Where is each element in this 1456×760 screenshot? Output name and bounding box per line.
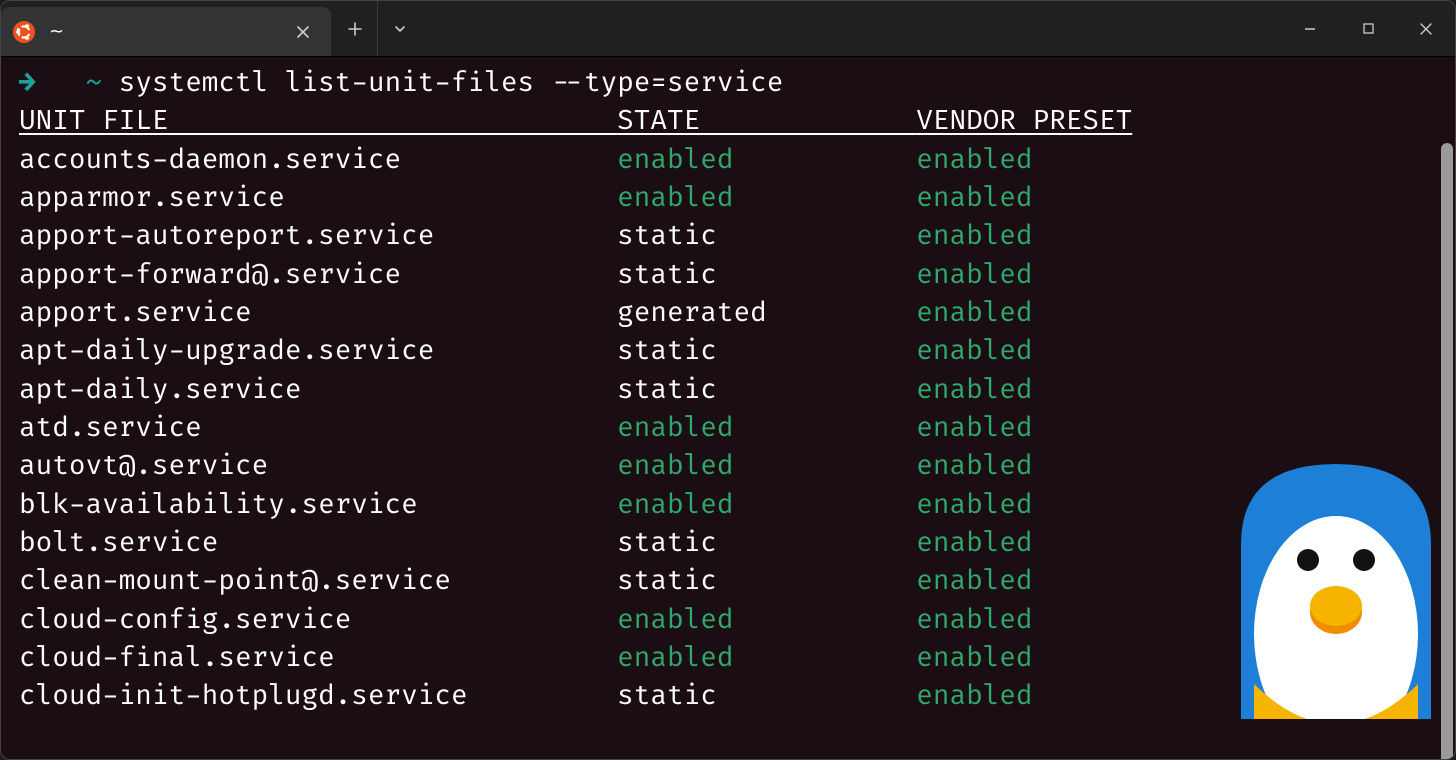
close-icon [1420,23,1432,35]
state-value: enabled [617,642,916,675]
tab-dropdown-button[interactable] [378,1,422,56]
col-header-preset: VENDOR PRESET [916,105,1132,138]
preset-value: enabled [916,642,1032,675]
unit-file: cloud-init-hotplugd.service [19,680,617,713]
close-icon [297,26,309,38]
preset-value: enabled [916,335,1032,368]
unit-file: cloud-config.service [19,604,617,637]
preset-value: enabled [916,259,1032,292]
terminal-window: ~ → ~ systemctl list-unit-fi [0,0,1456,760]
table-row: apparmor.service enabled enabled [19,180,1455,218]
table-row: atd.service enabled enabled [19,410,1455,448]
table-row: cloud-config.service enabled enabled [19,602,1455,640]
prompt-cwd: ~ [85,67,102,100]
state-value: enabled [617,604,916,637]
minimize-button[interactable] [1281,1,1339,56]
unit-file: autovt@.service [19,450,617,483]
table-row: bolt.service static enabled [19,525,1455,563]
state-value: enabled [617,144,916,177]
preset-value: enabled [916,412,1032,445]
unit-file: bolt.service [19,527,617,560]
unit-file: accounts-daemon.service [19,144,617,177]
table-row: clean-mount-point@.service static enable… [19,563,1455,601]
unit-file: apparmor.service [19,182,617,215]
state-value: static [617,527,916,560]
maximize-button[interactable] [1339,1,1397,56]
table-row: blk-availability.service enabled enabled [19,487,1455,525]
table-row: apt-daily-upgrade.service static enabled [19,333,1455,371]
window-controls [1281,1,1455,56]
new-tab-button[interactable] [333,1,378,56]
unit-file: apt-daily-upgrade.service [19,335,617,368]
penguin-badge-icon [1241,464,1431,719]
terminal-viewport[interactable]: → ~ systemctl list-unit-files --type=ser… [1,57,1455,759]
unit-file: apport.service [19,297,617,330]
preset-value: enabled [916,297,1032,330]
titlebar[interactable]: ~ [1,1,1455,57]
preset-value: enabled [916,144,1032,177]
window-close-button[interactable] [1397,1,1455,56]
preset-value: enabled [916,527,1032,560]
preset-value: enabled [916,680,1032,713]
unit-file: apport-forward@.service [19,259,617,292]
tab-close-button[interactable] [293,22,313,42]
preset-value: enabled [916,182,1032,215]
scrollbar-track[interactable] [1441,143,1453,760]
minimize-icon [1304,23,1316,35]
unit-file: apt-daily.service [19,374,617,407]
maximize-icon [1363,23,1374,34]
preset-value: enabled [916,450,1032,483]
unit-file: blk-availability.service [19,489,617,522]
tab-title: ~ [49,21,64,42]
unit-file: apport-autoreport.service [19,220,617,253]
preset-value: enabled [916,565,1032,598]
chevron-down-icon [394,23,406,35]
state-value: static [617,374,916,407]
state-value: static [617,335,916,368]
tab-active[interactable]: ~ [1,7,331,56]
preset-value: enabled [916,604,1032,637]
preset-value: enabled [916,489,1032,522]
table-row: apt-daily.service static enabled [19,372,1455,410]
preset-value: enabled [916,374,1032,407]
state-value: enabled [617,182,916,215]
preset-value: enabled [916,220,1032,253]
table-row: apport.service generated enabled [19,295,1455,333]
titlebar-drag-area[interactable] [422,1,1281,56]
command-text: systemctl list-unit-files --type=service [119,67,784,100]
unit-file: clean-mount-point@.service [19,565,617,598]
table-row: cloud-init-hotplugd.service static enabl… [19,678,1455,716]
tab-strip: ~ [1,1,331,56]
table-row: cloud-final.service enabled enabled [19,640,1455,678]
unit-file: cloud-final.service [19,642,617,675]
terminal-output: → ~ systemctl list-unit-files --type=ser… [19,65,1455,717]
unit-file: atd.service [19,412,617,445]
col-header-unit: UNIT FILE [19,105,617,138]
state-value: static [617,680,916,713]
state-value: enabled [617,412,916,445]
scrollbar-thumb[interactable] [1441,143,1453,760]
table-row: autovt@.service enabled enabled [19,448,1455,486]
state-value: generated [617,297,916,330]
ubuntu-icon [13,21,35,43]
plus-icon [348,22,362,36]
col-header-state: STATE [617,105,916,138]
table-row: apport-autoreport.service static enabled [19,218,1455,256]
state-value: enabled [617,489,916,522]
state-value: enabled [617,450,916,483]
state-value: static [617,259,916,292]
table-row: apport-forward@.service static enabled [19,257,1455,295]
state-value: static [617,565,916,598]
prompt-arrow: → [19,67,36,100]
table-row: accounts-daemon.service enabled enabled [19,142,1455,180]
state-value: static [617,220,916,253]
